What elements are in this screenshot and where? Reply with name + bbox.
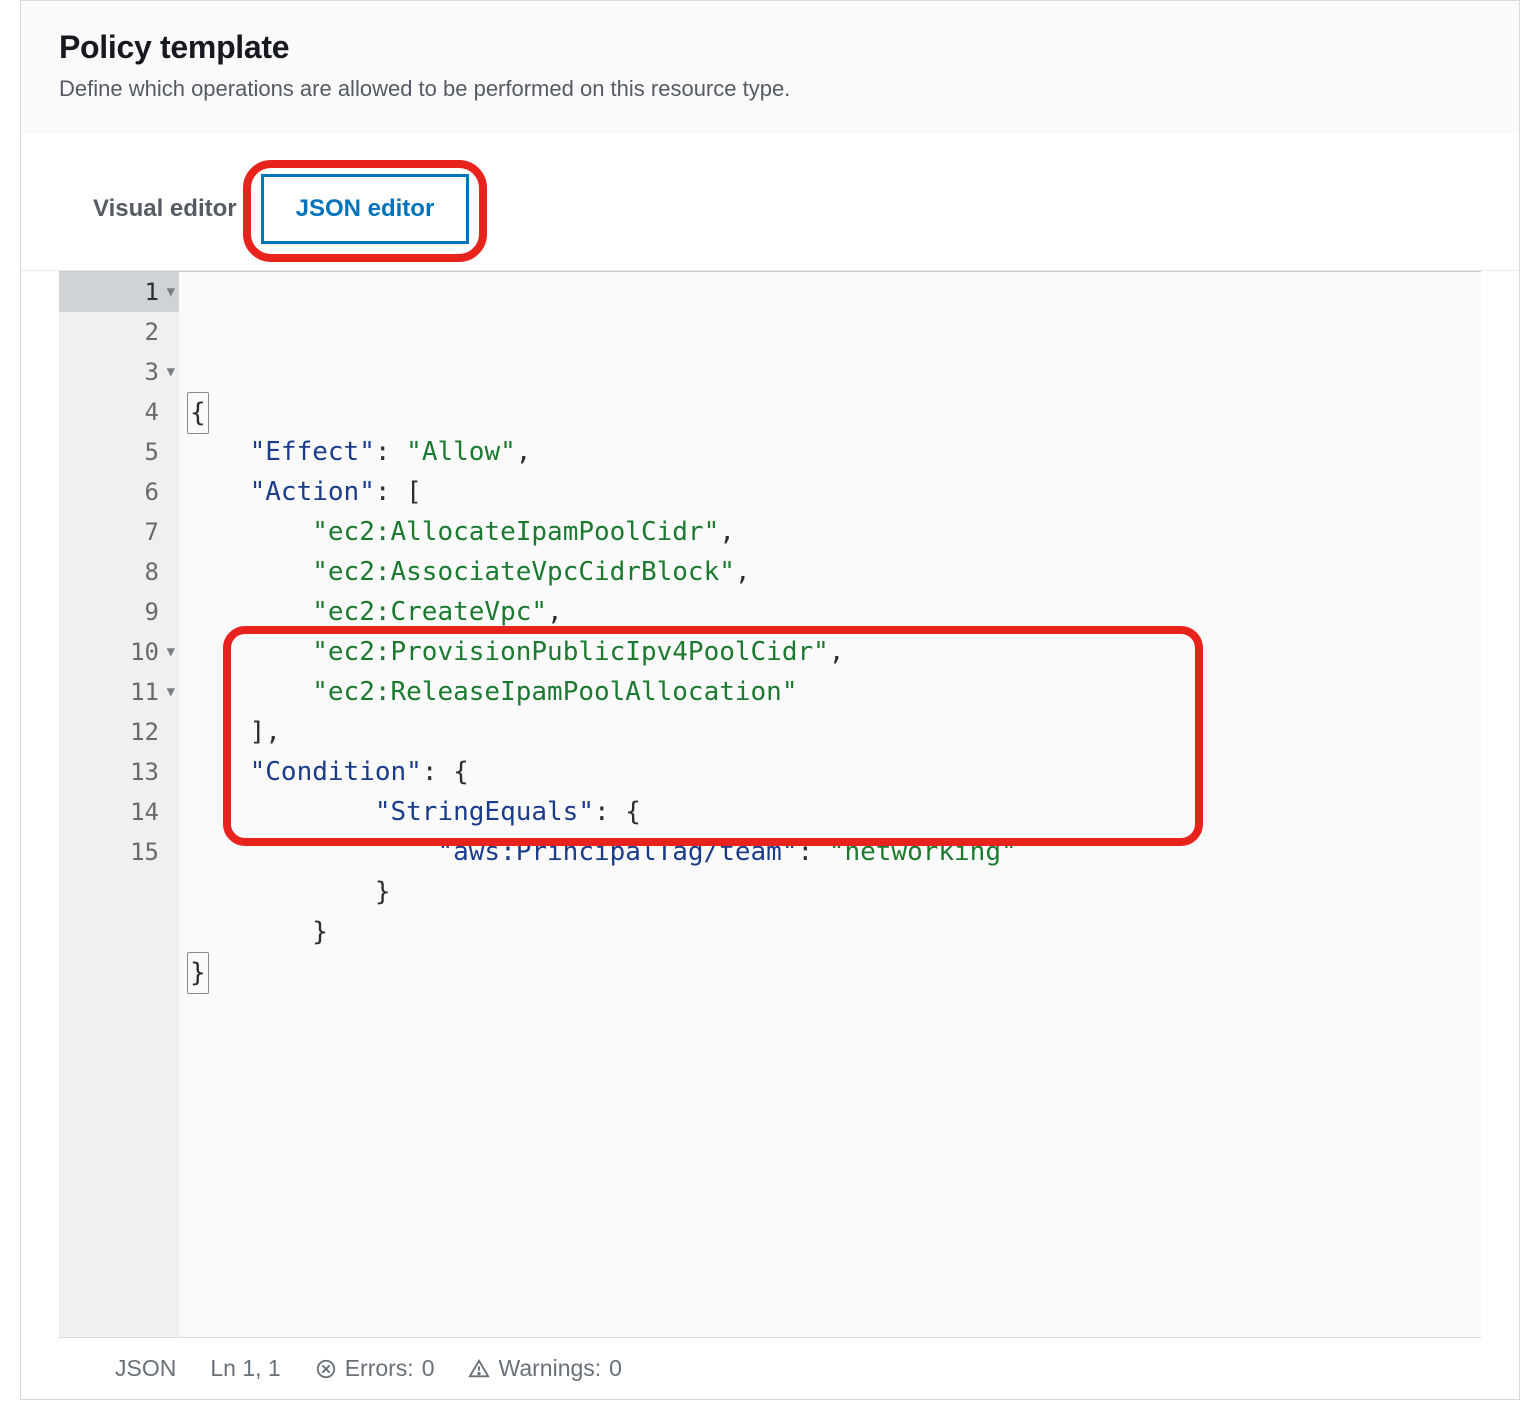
gutter-line: 10▼ [59,632,179,672]
gutter-line: 7 [59,512,179,552]
gutter-line: 14 [59,792,179,832]
code-line[interactable]: "ec2:ReleaseIpamPoolAllocation" [187,672,1481,712]
code-line[interactable]: "aws:PrincipalTag/team": "networking" [187,832,1481,872]
gutter-line: 8 [59,552,179,592]
gutter-line: 5 [59,432,179,472]
tab-visual-editor[interactable]: Visual editor [93,195,237,223]
code-line[interactable]: "ec2:AssociateVpcCidrBlock", [187,552,1481,592]
code-line[interactable]: "StringEquals": { [187,792,1481,832]
code-line[interactable]: "ec2:CreateVpc", [187,592,1481,632]
status-warnings: Warnings: 0 [468,1355,621,1382]
code-line[interactable]: "Effect": "Allow", [187,432,1481,472]
json-code-editor[interactable]: 1▼23▼45678910▼11▼12131415 { "Effect": "A… [59,272,1481,1337]
code-line[interactable]: "Action": [ [187,472,1481,512]
code-line[interactable]: } [187,952,1481,992]
editor-code-area[interactable]: { "Effect": "Allow", "Action": [ "ec2:Al… [179,272,1481,1337]
fold-marker-icon[interactable]: ▼ [167,352,175,392]
status-errors: Errors: 0 [315,1355,435,1382]
panel-header: Policy template Define which operations … [21,1,1519,134]
code-line[interactable]: { [187,392,1481,432]
page-subtitle: Define which operations are allowed to b… [59,76,1481,102]
gutter-line: 2 [59,312,179,352]
code-line[interactable]: } [187,912,1481,952]
status-errors-label: Errors: [345,1355,414,1382]
gutter-line: 15 [59,832,179,872]
gutter-line: 4 [59,392,179,432]
code-line[interactable]: } [187,872,1481,912]
editor-gutter: 1▼23▼45678910▼11▼12131415 [59,272,179,1337]
status-warnings-label: Warnings: [498,1355,601,1382]
error-icon [315,1358,337,1380]
status-errors-count: 0 [422,1355,435,1382]
page-title: Policy template [59,29,1481,66]
code-line[interactable]: "ec2:ProvisionPublicIpv4PoolCidr", [187,632,1481,672]
fold-marker-icon[interactable]: ▼ [167,272,175,312]
code-line[interactable]: ], [187,712,1481,752]
code-line[interactable]: "Condition": { [187,752,1481,792]
status-cursor-position: Ln 1, 1 [210,1355,280,1382]
gutter-line: 1▼ [59,272,179,312]
editor-statusbar: JSON Ln 1, 1 Errors: 0 [59,1337,1481,1399]
code-line[interactable]: "ec2:AllocateIpamPoolCidr", [187,512,1481,552]
fold-marker-icon[interactable]: ▼ [167,672,175,712]
fold-marker-icon[interactable]: ▼ [167,632,175,672]
tab-json-editor[interactable]: JSON editor [261,174,470,244]
editor-tabs: Visual editor JSON editor [21,134,1519,271]
gutter-line: 3▼ [59,352,179,392]
gutter-line: 11▼ [59,672,179,712]
status-warnings-count: 0 [609,1355,622,1382]
gutter-line: 9 [59,592,179,632]
gutter-line: 12 [59,712,179,752]
policy-template-panel: Policy template Define which operations … [20,0,1520,1400]
gutter-line: 13 [59,752,179,792]
warning-icon [468,1358,490,1380]
status-mode: JSON [115,1355,176,1382]
gutter-line: 6 [59,472,179,512]
